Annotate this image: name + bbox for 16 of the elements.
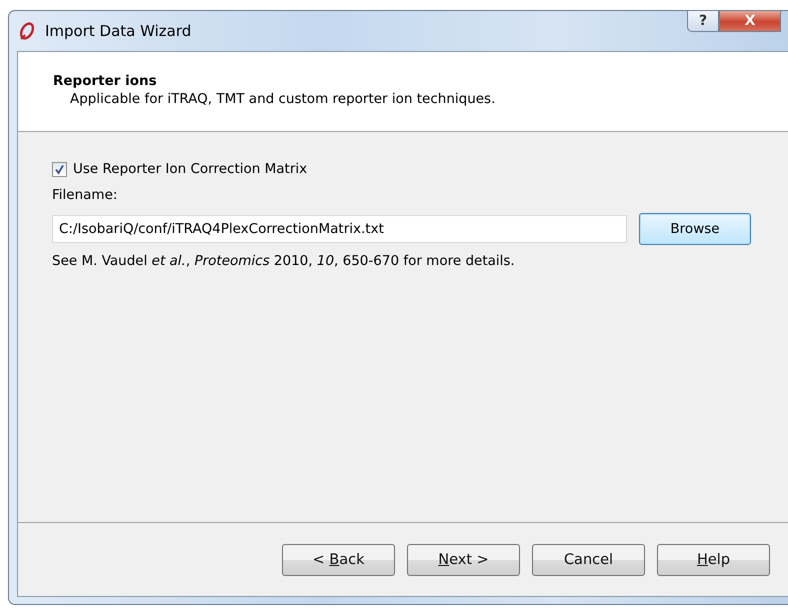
page-title: Reporter ions	[53, 73, 158, 89]
checkbox-label: Use Reporter Ion Correction Matrix	[73, 161, 308, 177]
help-button[interactable]: ?	[687, 10, 719, 32]
browse-button[interactable]: Browse	[639, 213, 751, 245]
window-title: Import Data Wizard	[45, 22, 192, 40]
wizard-button[interactable]: Help	[657, 544, 770, 576]
wizard-button[interactable]: Cancel	[532, 544, 645, 576]
checkbox[interactable]	[52, 162, 67, 176]
reference-text: See M. Vaudel et al., Proteomics 2010, 10, 650-670 for more details.	[52, 253, 516, 269]
wizard-button[interactable]: < Back	[282, 544, 395, 576]
page-subtitle: Applicable for iTRAQ, TMT and custom reporter ion techniques.	[69, 91, 496, 107]
wizard-button[interactable]: Next >	[407, 544, 520, 576]
field-label: Filename:	[52, 187, 118, 203]
filename-field[interactable]: C:/IsobariQ/conf/iTRAQ4PlexCorrectionMatrix.txt	[52, 215, 627, 243]
app-logo-icon	[17, 21, 37, 41]
close-button[interactable]: X	[719, 10, 781, 32]
